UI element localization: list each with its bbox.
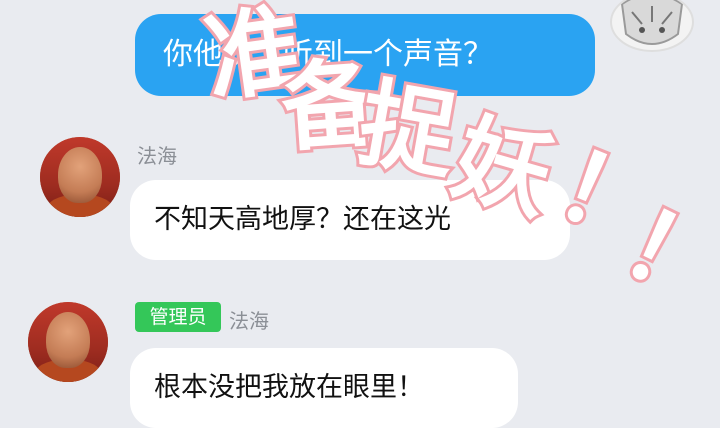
incoming-message-text: 根本没把我放在眼里！: [154, 372, 424, 403]
fahai-avatar[interactable]: [40, 137, 120, 217]
overlay-char: 捉: [348, 64, 468, 197]
sender-name: 法海: [229, 309, 269, 333]
anime-avatar-icon: [620, 0, 684, 45]
incoming-message-text: 不知天高地厚？还在这光: [154, 204, 451, 235]
self-avatar[interactable]: [610, 0, 694, 52]
fahai-avatar[interactable]: [28, 302, 108, 382]
admin-badge: 管理员: [135, 302, 221, 332]
incoming-message-bubble[interactable]: 根本没把我放在眼里！: [130, 348, 518, 428]
sender-name: 法海: [137, 144, 177, 168]
